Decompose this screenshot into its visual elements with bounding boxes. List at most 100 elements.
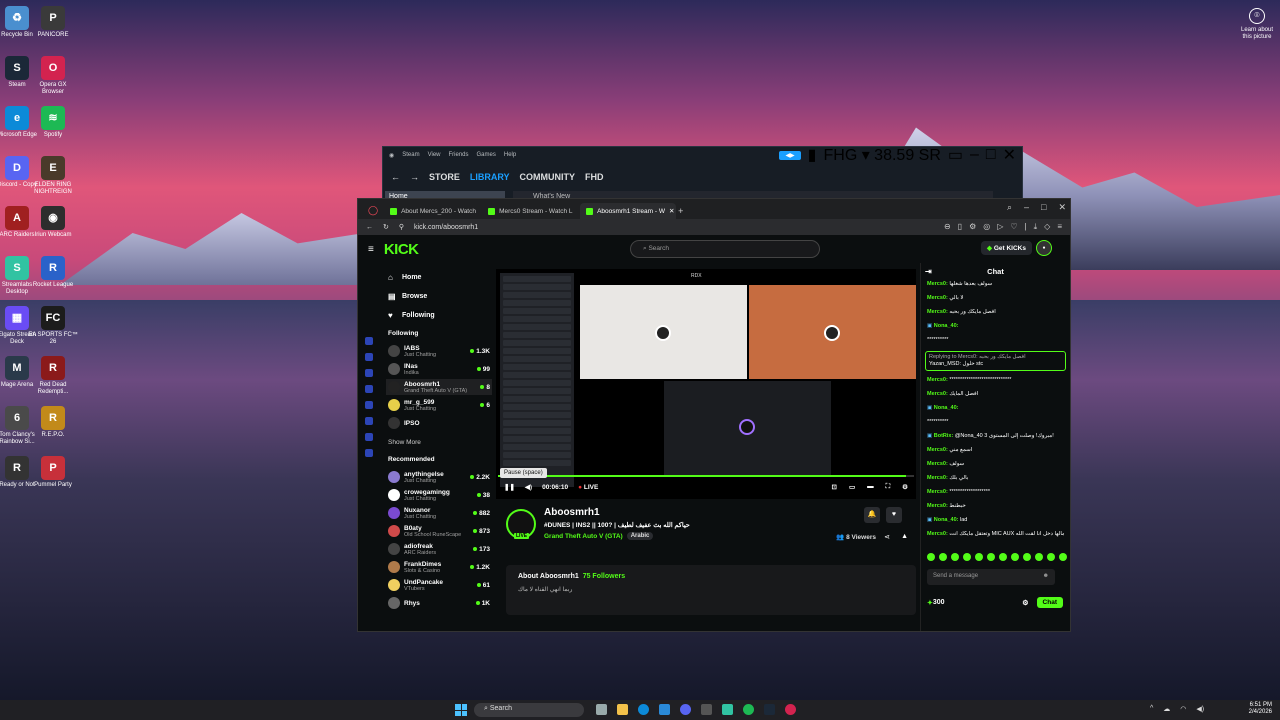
chat-username[interactable]: Mercs0: bbox=[927, 281, 948, 287]
maximize-icon[interactable]: □ bbox=[1041, 202, 1046, 213]
steam-monitor-icon[interactable]: ▭ bbox=[948, 145, 963, 165]
notify-bell-button[interactable]: 🔔 bbox=[864, 507, 880, 523]
tray-overflow-icon[interactable]: ^ bbox=[1150, 705, 1153, 713]
emote-icon[interactable] bbox=[987, 553, 995, 561]
desktop-icon[interactable]: O Opera GX Browser bbox=[28, 56, 78, 96]
search-tabs-icon[interactable]: ⌕ bbox=[1007, 202, 1012, 213]
desktop-icon[interactable]: R Red Dead Redempti... bbox=[28, 356, 78, 396]
chat-username[interactable]: Mercs0: bbox=[927, 489, 948, 495]
steam-nav-library[interactable]: LIBRARY bbox=[470, 172, 510, 182]
edge-icon[interactable] bbox=[638, 704, 649, 715]
desktop-icon[interactable]: P PANICORE bbox=[28, 6, 78, 39]
emote-icon[interactable] bbox=[927, 553, 935, 561]
steam-icon[interactable] bbox=[764, 704, 775, 715]
new-tab-icon[interactable]: + bbox=[678, 206, 683, 216]
emote-icon[interactable] bbox=[1059, 553, 1067, 561]
emote-icon[interactable] bbox=[1011, 553, 1019, 561]
windows-start-icon[interactable] bbox=[455, 704, 467, 716]
chat-username[interactable]: Mercs0: bbox=[927, 309, 948, 315]
steam-broadcast-button[interactable]: ◀▶ bbox=[779, 150, 801, 160]
channel-item[interactable]: Rhys 1K bbox=[386, 595, 492, 611]
chat-username[interactable]: Mercs0: bbox=[927, 377, 948, 383]
tab-close-icon[interactable]: ✕ bbox=[669, 207, 674, 215]
progress-bar[interactable] bbox=[498, 475, 914, 477]
desktop-icon[interactable]: R R.E.P.O. bbox=[28, 406, 78, 439]
ai-icon[interactable]: ◇ bbox=[1044, 222, 1050, 232]
channel-item[interactable]: B0aty Old School RuneScape 873 bbox=[386, 523, 492, 539]
steam-nav-community[interactable]: COMMUNITY bbox=[520, 172, 576, 182]
channel-item[interactable]: FrankDimes Slots & Casino 1.2K bbox=[386, 559, 492, 575]
emote-icon[interactable] bbox=[1023, 553, 1031, 561]
nav-home[interactable]: ⌂ Home bbox=[388, 273, 490, 282]
taskbar-search[interactable]: ⌕ Search bbox=[474, 703, 584, 717]
channel-item[interactable]: mr_g_599 Just Chatting 6 bbox=[386, 397, 492, 413]
xbox-icon[interactable] bbox=[701, 704, 712, 715]
channel-item[interactable]: IABS Just Chatting 1.3K bbox=[386, 343, 492, 359]
streamlabs-icon[interactable] bbox=[722, 704, 733, 715]
chat-username[interactable]: Mercs0: bbox=[927, 531, 948, 537]
url-field[interactable]: kick.com/aboosmrh1 bbox=[414, 224, 478, 231]
chat-settings-gear-icon[interactable]: ⚙ bbox=[1022, 599, 1028, 607]
desktop-icon[interactable]: E ELDEN RING NIGHTREIGN bbox=[28, 156, 78, 196]
channel-item[interactable]: adiofreak ARC Raiders 173 bbox=[386, 541, 492, 557]
report-icon[interactable]: ▲ bbox=[901, 533, 908, 540]
bookmark-icon[interactable]: ▯ bbox=[958, 222, 962, 232]
camera-icon[interactable]: ◎ bbox=[983, 222, 990, 232]
spotify-icon[interactable] bbox=[743, 704, 754, 715]
steam-menu-friends[interactable]: Friends bbox=[449, 152, 469, 158]
close-icon[interactable]: ✕ bbox=[1058, 202, 1066, 213]
minimize-icon[interactable]: – bbox=[970, 146, 979, 164]
sidebar-app-icon[interactable] bbox=[365, 369, 373, 377]
steam-notification-icon[interactable]: ▮ bbox=[808, 145, 817, 165]
emote-icon[interactable] bbox=[951, 553, 959, 561]
sidebar-app-icon[interactable] bbox=[365, 337, 373, 345]
channel-points[interactable]: 300 bbox=[933, 599, 945, 606]
wifi-icon[interactable]: ◠ bbox=[1180, 705, 1186, 713]
search-input[interactable]: ⌕ Search bbox=[630, 240, 820, 258]
volume-icon[interactable]: ◀) bbox=[1196, 705, 1204, 713]
get-kicks-button[interactable]: ◆ Get KICKs bbox=[981, 241, 1032, 255]
back-arrow-icon[interactable]: ← bbox=[366, 224, 373, 231]
chat-username[interactable]: Mercs0: bbox=[927, 447, 948, 453]
clip-icon[interactable]: ⊡ bbox=[832, 483, 837, 491]
show-more-button[interactable]: Show More bbox=[388, 439, 490, 446]
opera-browser-window[interactable]: ◯ About Mercs_200 - Watch Mercs0 Stream … bbox=[357, 198, 1071, 632]
channel-item[interactable]: UndPancake VTubers 61 bbox=[386, 577, 492, 593]
steam-menu-view[interactable]: View bbox=[428, 152, 441, 158]
steam-window[interactable]: ◉ Steam View Friends Games Help ◀▶ ▮ FHG… bbox=[382, 146, 1023, 206]
channel-item[interactable]: INas Indika 99 bbox=[386, 361, 492, 377]
steam-menu-games[interactable]: Games bbox=[477, 152, 496, 158]
steam-account[interactable]: FHG ▾ 38.59 SR bbox=[823, 145, 940, 165]
chat-send-button[interactable]: Chat bbox=[1036, 597, 1063, 608]
emote-icon[interactable] bbox=[939, 553, 947, 561]
extensions-icon[interactable]: ⚙ bbox=[969, 222, 976, 232]
emote-icon[interactable] bbox=[999, 553, 1007, 561]
sidebar-app-icon[interactable] bbox=[365, 449, 373, 457]
pip-icon[interactable]: ▭ bbox=[849, 483, 855, 491]
share-icon[interactable]: ⋖ bbox=[884, 533, 890, 541]
opera-logo-icon[interactable]: ◯ bbox=[368, 205, 378, 216]
play-icon[interactable]: ▷ bbox=[997, 222, 1003, 232]
maximize-icon[interactable]: □ bbox=[986, 146, 996, 164]
nav-browse[interactable]: ▤ Browse bbox=[388, 292, 490, 301]
theater-icon[interactable]: ▬ bbox=[867, 483, 874, 491]
emote-icon[interactable] bbox=[1047, 553, 1055, 561]
settings-gear-icon[interactable]: ⚙ bbox=[902, 483, 908, 491]
steam-menu-help[interactable]: Help bbox=[504, 152, 516, 158]
reload-icon[interactable]: ↻ bbox=[383, 223, 389, 231]
zoom-icon[interactable]: ⊖ bbox=[944, 222, 951, 232]
back-arrow-icon[interactable]: ← bbox=[391, 172, 400, 182]
steam-menu-steam[interactable]: Steam bbox=[402, 152, 419, 158]
menu-icon[interactable]: ≡ bbox=[1057, 222, 1062, 232]
chat-username[interactable]: Nona_40: bbox=[934, 323, 959, 329]
streamer-name[interactable]: Aboosmrh1 bbox=[544, 507, 600, 518]
volume-icon[interactable]: ◀) bbox=[525, 483, 532, 491]
file-explorer-icon[interactable] bbox=[617, 704, 628, 715]
tab-mercs-stream[interactable]: Mercs0 Stream - Watch L bbox=[482, 203, 578, 219]
fullscreen-icon[interactable]: ⛶ bbox=[886, 483, 891, 491]
sidebar-app-icon[interactable] bbox=[365, 433, 373, 441]
chat-username[interactable]: Mercs0: bbox=[927, 461, 948, 467]
chat-username[interactable]: Mercs0: bbox=[927, 503, 948, 509]
sidebar-app-icon[interactable] bbox=[365, 353, 373, 361]
hamburger-icon[interactable]: ≡ bbox=[368, 244, 374, 255]
